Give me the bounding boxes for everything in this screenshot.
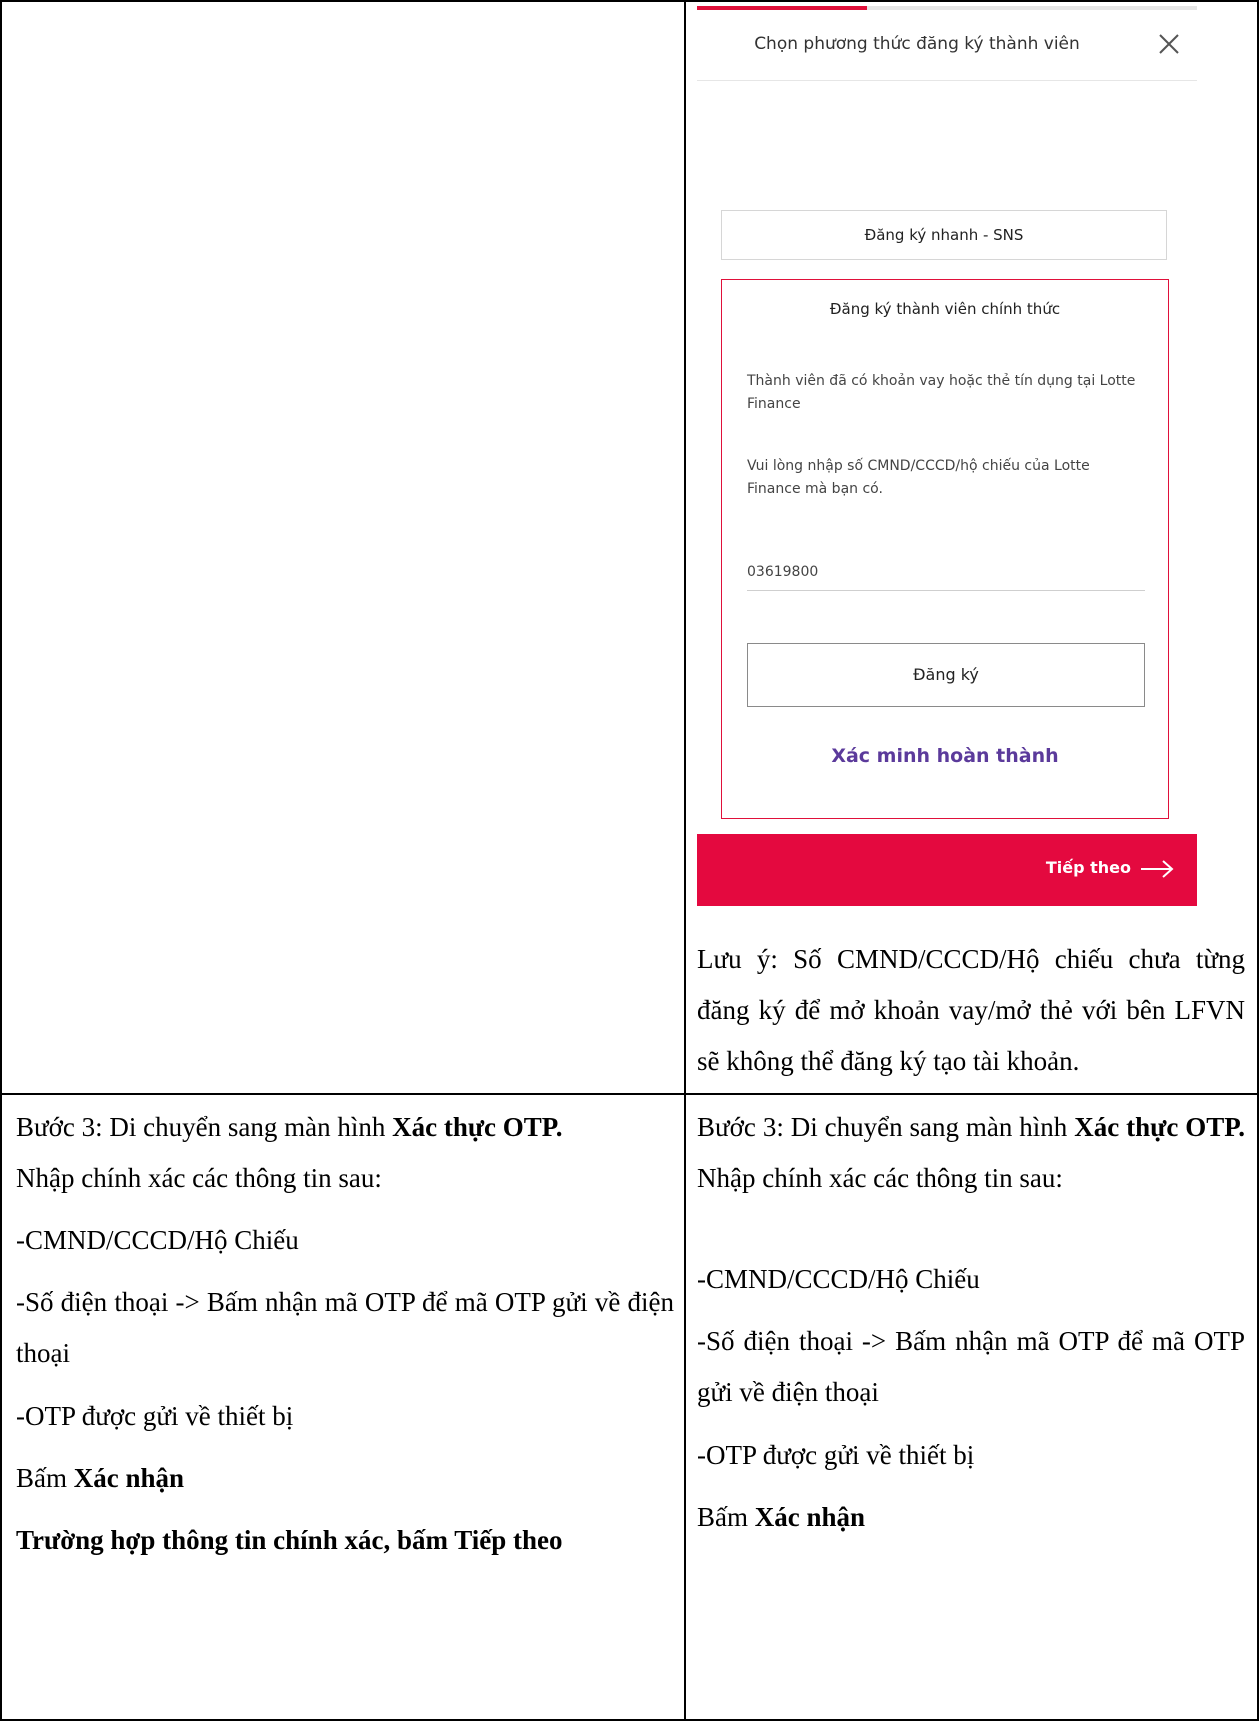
table-column-divider [684, 0, 686, 1721]
sns-register-button[interactable]: Đăng ký nhanh - SNS [721, 210, 1167, 260]
register-button[interactable]: Đăng ký [747, 643, 1145, 707]
id-instruction-text: Vui lòng nhập số CMND/CCCD/hộ chiếu của … [747, 458, 1090, 497]
next-button-label: Tiếp theo [1045, 858, 1131, 877]
right-confirm-bold: Xác nhận [754, 1502, 866, 1532]
left-step-intro: Nhập chính xác các thông tin sau: [16, 1163, 382, 1193]
left-final-instruction: Trường hợp thông tin chính xác, bấm Tiếp… [16, 1525, 563, 1555]
modal-title: Chọn phương thức đăng ký thành viên [754, 34, 1080, 54]
left-item-id: -CMND/CCCD/Hộ Chiếu [16, 1225, 299, 1255]
right-step-intro: Nhập chính xác các thông tin sau: [697, 1163, 1063, 1193]
arrow-right-icon [1141, 860, 1174, 878]
right-confirm-line: Bấm Xác nhận [697, 1492, 1245, 1543]
left-item-otp: -OTP được gửi về thiết bị [16, 1401, 294, 1431]
right-item-phone: -Số điện thoại -> Bấm nhận mã OTP để mã … [697, 1326, 1245, 1407]
right-item-id: -CMND/CCCD/Hộ Chiếu [697, 1264, 980, 1294]
right-step-text: Bước 3: Di chuyển sang màn hình [697, 1112, 1075, 1142]
verification-complete-text: Xác minh hoàn thành [831, 745, 1059, 767]
left-step-heading: Bước 3: Di chuyển sang màn hình Xác thực… [16, 1102, 674, 1153]
left-confirm-bold: Xác nhận [73, 1463, 185, 1493]
left-confirm-line: Bấm Xác nhận [16, 1453, 674, 1504]
official-registration-description: Thành viên đã có khoản vay hoặc thẻ tín … [747, 373, 1136, 412]
official-registration-title: Đăng ký thành viên chính thức [829, 300, 1061, 318]
next-button[interactable]: Tiếp theo [697, 834, 1197, 906]
right-step-screen-name: Xác thực OTP. [1074, 1112, 1246, 1142]
right-item-otp: -OTP được gửi về thiết bị [697, 1440, 975, 1470]
table-border-top [0, 0, 1259, 2]
left-step-screen-name: Xác thực OTP. [392, 1112, 563, 1142]
left-confirm-prefix: Bấm [16, 1463, 74, 1493]
id-number-input[interactable] [747, 554, 1145, 591]
right-confirm-prefix: Bấm [697, 1502, 755, 1532]
right-step-heading: Bước 3: Di chuyển sang màn hình Xác thực… [697, 1102, 1245, 1204]
table-row-divider [0, 1093, 1259, 1095]
left-item-phone: -Số điện thoại -> Bấm nhận mã OTP để mã … [16, 1287, 674, 1368]
modal-header: Chọn phương thức đăng ký thành viên [697, 10, 1197, 81]
table-border-left [0, 0, 2, 1721]
close-icon[interactable] [1153, 28, 1185, 60]
official-registration-panel: Đăng ký thành viên chính thức Thành viên… [721, 279, 1169, 819]
left-step-text: Bước 3: Di chuyển sang màn hình [16, 1112, 393, 1142]
note-paragraph: Lưu ý: Số CMND/CCCD/Hộ chiếu chưa từng đ… [697, 944, 1245, 1076]
registration-phone-screenshot: Chọn phương thức đăng ký thành viên Đăng… [697, 6, 1197, 934]
